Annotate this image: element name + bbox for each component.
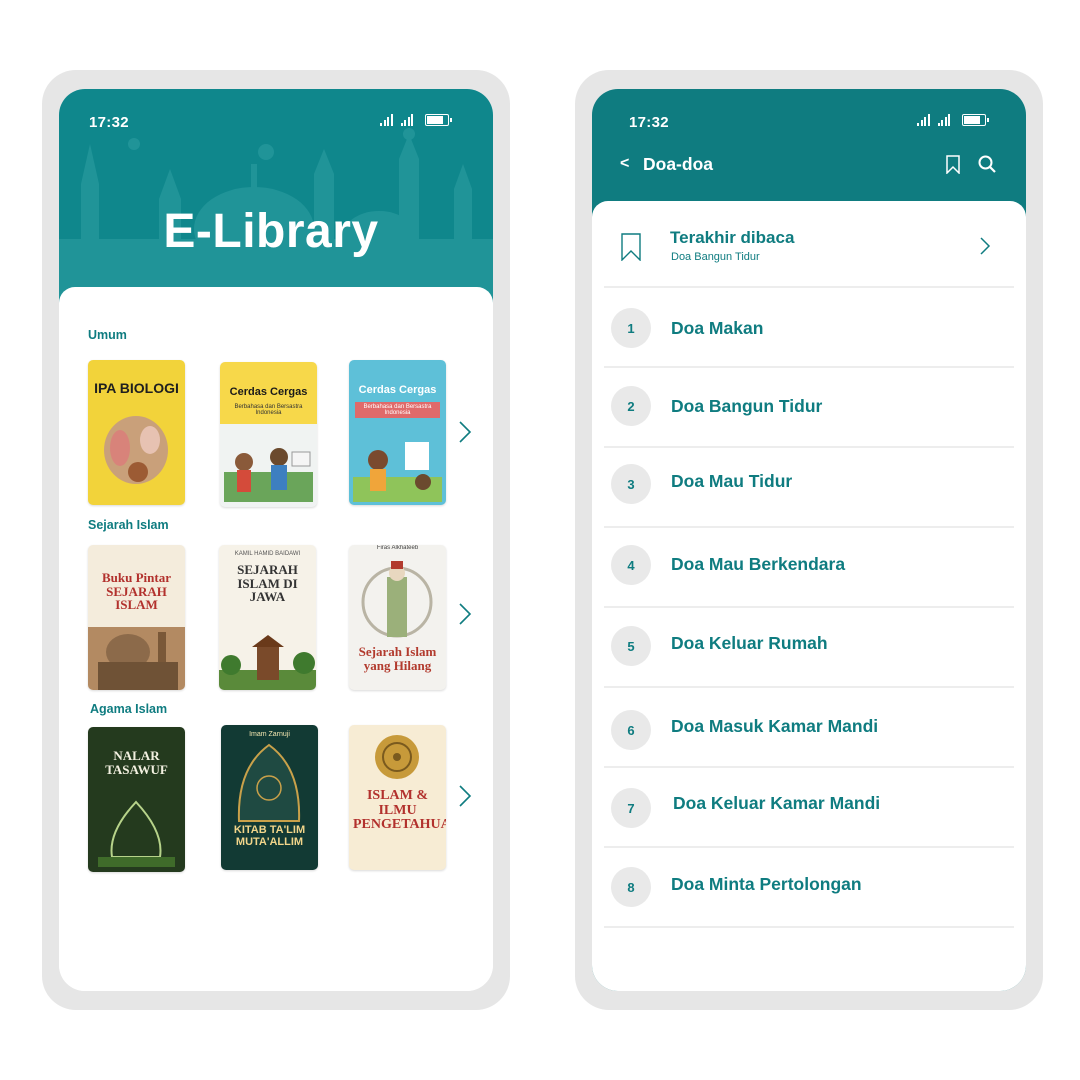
book-cover[interactable]: Buku Pintar SEJARAH ISLAM [88, 545, 185, 690]
doa-name: Doa Minta Pertolongan [671, 874, 862, 894]
doa-list-item[interactable]: 6 Doa Masuk Kamar Mandi [604, 688, 1014, 768]
item-number: 5 [611, 626, 651, 666]
library-screen: 17:32 E-Library Umum IPA BIOLOGI Cerdas … [59, 89, 493, 991]
status-bar: 17:32 [59, 89, 493, 149]
figure-illustration-icon [361, 561, 433, 638]
status-icons [380, 113, 452, 126]
back-button[interactable]: < [620, 155, 629, 173]
doa-list: Terakhir dibaca Doa Bangun Tidur 1 Doa M… [592, 201, 1026, 991]
mosque-photo-icon [88, 627, 185, 690]
search-icon[interactable] [978, 155, 996, 173]
signal-icon [917, 113, 930, 126]
battery-icon [962, 114, 989, 126]
library-header: 17:32 E-Library [59, 89, 493, 319]
doa-list-item[interactable]: 3 Doa Mau Tidur [604, 448, 1014, 528]
arch-ornament-icon [237, 743, 301, 822]
doa-name: Doa Makan [671, 318, 764, 338]
doa-name: Doa Bangun Tidur [671, 396, 823, 416]
doa-list-item[interactable]: 7 Doa Keluar Kamar Mandi [604, 768, 1014, 848]
item-number: 3 [611, 464, 651, 504]
temple-illustration-icon [219, 635, 316, 690]
doa-name: Doa Masuk Kamar Mandi [671, 716, 879, 736]
children-illustration-icon [353, 442, 442, 502]
book-cover[interactable]: KAMIL HAMID BAIDAWI SEJARAH ISLAM DI JAW… [219, 545, 316, 690]
item-number: 6 [611, 710, 651, 750]
biology-illustration-icon [104, 416, 168, 484]
doa-list-item[interactable]: 5 Doa Keluar Rumah [604, 608, 1014, 688]
doa-name: Doa Mau Berkendara [671, 554, 846, 574]
students-illustration-icon [224, 448, 313, 502]
status-icons [917, 113, 989, 126]
astrolabe-icon [375, 735, 419, 779]
doa-name: Doa Keluar Kamar Mandi [673, 793, 881, 813]
book-cover[interactable]: Cerdas Cergas Berbahasa dan Bersastra In… [349, 360, 446, 505]
doa-list-item[interactable]: 8 Doa Minta Pertolongan [604, 848, 1014, 928]
library-content: Umum IPA BIOLOGI Cerdas Cergas Berbahasa… [59, 287, 493, 991]
doa-list-item[interactable]: 4 Doa Mau Berkendara [604, 528, 1014, 608]
chevron-right-icon[interactable] [458, 420, 472, 444]
doa-name: Doa Mau Tidur [671, 471, 793, 491]
chevron-right-icon[interactable] [458, 784, 472, 808]
signal-icon [380, 113, 393, 126]
doa-name: Doa Keluar Rumah [671, 633, 828, 653]
signal-icon [937, 113, 950, 126]
bookmark-icon [621, 233, 641, 261]
section-title-sejarah-islam: Sejarah Islam [88, 518, 169, 532]
book-cover[interactable]: ISLAM & ILMU PENGETAHUAN [349, 725, 446, 870]
doa-screen: 17:32 < Doa-doa Terakhir dibaca Doa Bang… [592, 89, 1026, 991]
item-number: 8 [611, 867, 651, 907]
chevron-right-icon[interactable] [458, 602, 472, 626]
last-read-title: Doa Bangun Tidur [671, 251, 760, 263]
canvas: 17:32 E-Library Umum IPA BIOLOGI Cerdas … [0, 0, 1080, 1080]
item-number: 1 [611, 308, 651, 348]
signal-icon [400, 113, 413, 126]
bookmark-icon[interactable] [946, 155, 960, 174]
book-cover[interactable]: Imam Zarnuji KITAB TA'LIM MUTA'ALLIM [221, 725, 318, 870]
section-title-agama-islam: Agama Islam [90, 702, 168, 716]
book-cover[interactable]: IPA BIOLOGI [88, 360, 185, 505]
item-number: 7 [611, 788, 651, 828]
doa-list-item[interactable]: 1 Doa Makan [604, 288, 1014, 368]
book-cover[interactable]: NALAR TASAWUF [88, 727, 185, 872]
item-number: 4 [611, 545, 651, 585]
chevron-right-icon [980, 237, 991, 255]
page-title: Doa-doa [643, 154, 713, 174]
ornament-icon [98, 800, 175, 867]
book-cover[interactable]: Firas Alkhateeb Sejarah Islam yang Hilan… [349, 545, 446, 690]
section-title-umum: Umum [88, 328, 127, 342]
nav-bar: < Doa-doa [592, 149, 1026, 189]
status-time: 17:32 [629, 114, 669, 131]
battery-icon [425, 114, 452, 126]
status-time: 17:32 [89, 114, 129, 131]
doa-list-item[interactable]: 2 Doa Bangun Tidur [604, 368, 1014, 448]
last-read-item[interactable]: Terakhir dibaca Doa Bangun Tidur [604, 201, 1014, 288]
book-cover[interactable]: Cerdas Cergas Berbahasa dan Bersastra In… [220, 362, 317, 507]
last-read-label: Terakhir dibaca [670, 228, 795, 247]
item-number: 2 [611, 386, 651, 426]
app-title: E-Library [163, 205, 379, 258]
status-bar: 17:32 [592, 89, 1026, 149]
